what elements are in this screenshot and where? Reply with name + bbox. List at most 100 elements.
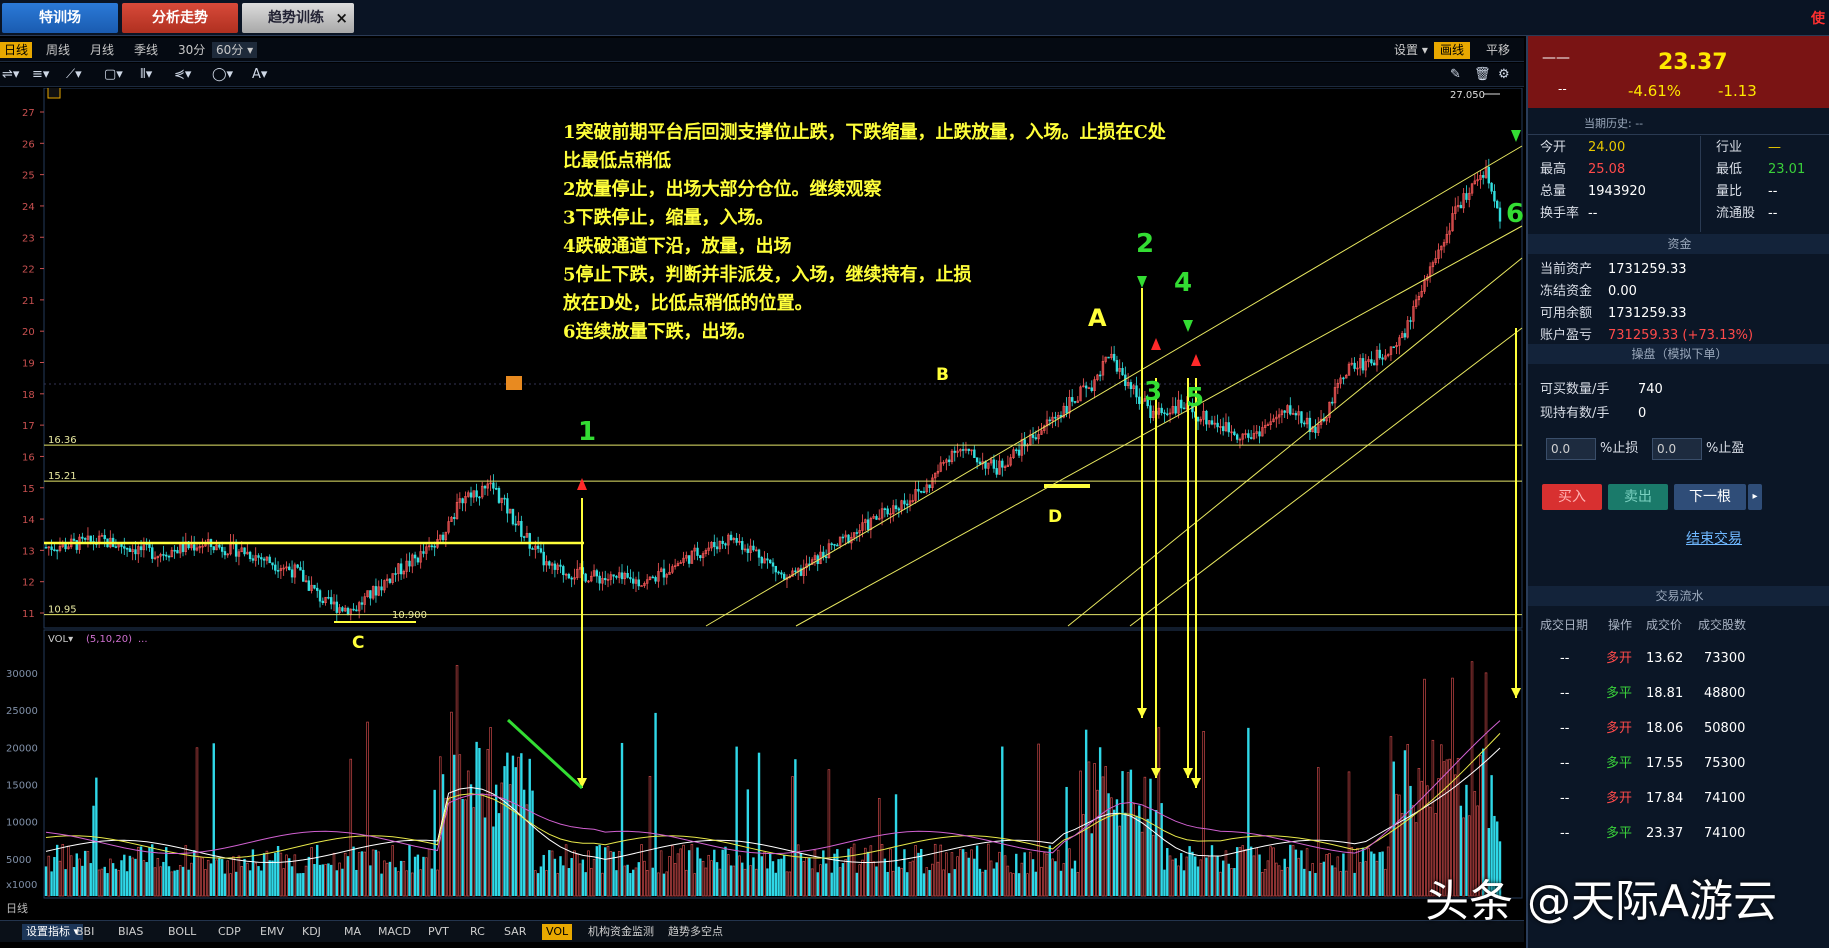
volume-bar [1261,871,1264,897]
kline-chart-area[interactable]: 27 26 25 24 23 22 21 20 19 18 17 16 15 14 13 12 11 30000 2… [0,88,1524,906]
volume-bar [959,848,962,897]
candle-body [1459,204,1463,209]
period-day[interactable]: 日线 [0,42,33,58]
volume-bar [771,861,775,896]
top-tab-bar: 特训场 分析走势 趋势训练 × 使 [0,0,1829,36]
candle-body [604,578,607,581]
period-60min-dropdown[interactable]: 60分 ▾ [212,42,258,58]
indicator-tab[interactable]: KDJ [298,924,325,940]
period-month[interactable]: 月线 [86,42,118,58]
volume-bar [290,866,294,896]
volume-bar [1322,861,1326,896]
indicator-tab[interactable]: EMV [256,924,288,940]
candle-body [567,573,571,579]
circle-icon[interactable]: ◯▾ [212,67,233,82]
y-axis-label: 20 [22,327,35,338]
candle-body [53,549,56,551]
tab-trend-training[interactable]: 趋势训练 × [242,3,354,33]
volume-bar [1291,845,1295,897]
fan-lines-icon[interactable]: ⋞▾ [174,67,191,82]
volume-bar [480,793,484,897]
period-week[interactable]: 周线 [42,42,74,58]
chart-marker-4: 4 [1174,268,1192,298]
candle-body [721,540,724,544]
period-quarter[interactable]: 季线 [130,42,162,58]
volume-bar [805,857,808,897]
volume-bar [371,849,375,897]
volume-bar [137,846,140,897]
end-trade-link[interactable]: 结束交易 [1686,528,1742,548]
candle-body [416,557,420,563]
indicator-tab[interactable]: 机构资金监测 [584,924,658,940]
candle-body [374,586,378,596]
volume-bar [595,846,599,896]
indicator-tab[interactable]: PVT [424,924,453,940]
settings-dropdown[interactable]: 设置 ▾ [1388,42,1434,59]
candle-body [408,560,411,567]
volume-bar [1191,851,1194,896]
volume-bar [497,813,501,896]
y-axis-label: 18 [22,390,35,401]
volume-bar [1353,872,1356,896]
pan-button[interactable]: 平移 [1480,42,1516,59]
next-bar-button[interactable]: 下一根 [1674,484,1746,510]
volume-bar [1042,852,1046,897]
volume-bar [637,862,640,896]
volume-bar [1300,850,1303,896]
candle-body [1331,401,1334,404]
volume-bar [741,862,744,896]
play-arrow-icon[interactable]: ▸ [1748,484,1762,510]
tab-special-training[interactable]: 特训场 [2,3,118,33]
candle-body [1163,412,1166,415]
volume-bar [1314,872,1317,896]
indicator-tab[interactable]: MACD [374,924,415,940]
close-icon[interactable]: × [335,3,348,33]
indicator-tab[interactable]: BIAS [114,924,147,940]
trash-icon[interactable]: 🗑 [1474,67,1491,82]
volume-bar [455,665,459,897]
horizontal-line-icon[interactable]: ⇌▾ [2,67,19,82]
volume-bar [83,850,87,896]
draw-line-button[interactable]: 画线 [1434,42,1471,59]
sell-button[interactable]: 卖出 [1608,484,1668,510]
indicator-tab[interactable]: 趋势多空点 [664,924,727,940]
trend-line-icon[interactable]: ⟋▾ [66,67,82,82]
eraser-icon[interactable]: ✎ [1450,67,1461,82]
parallel-lines-icon[interactable]: ≡▾ [32,67,49,82]
volume-bar [1398,794,1401,897]
flow-qty: 48800 [1704,686,1746,701]
volume-bar [788,871,792,897]
buy-button[interactable]: 买入 [1542,484,1602,510]
indicator-tab[interactable]: VOL [542,924,573,940]
volume-bar [111,863,115,896]
rectangle-icon[interactable]: ▢▾ [104,67,123,82]
volume-bar [891,870,895,897]
arrow-down-icon [1137,708,1147,718]
volume-bar [288,858,291,896]
volume-bar [1367,847,1370,897]
gear-icon[interactable]: ⚙ [1498,67,1510,82]
top-right-label[interactable]: 使 [1811,8,1825,28]
volume-bar [332,852,336,897]
volume-bar [271,860,274,896]
indicator-tab[interactable]: MA [340,924,365,940]
volume-bar [539,866,543,896]
volume-bar [69,855,73,897]
volume-bar [782,854,786,896]
indicator-tab[interactable]: RC [466,924,489,940]
take-profit-input[interactable]: 0.0 [1652,438,1702,460]
indicator-tab[interactable]: BOLL [164,924,200,940]
period-30min[interactable]: 30分 [174,42,209,58]
stop-loss-input[interactable]: 0.0 [1546,438,1596,460]
tab-analysis-trend[interactable]: 分析走势 [122,3,238,33]
candle-body [316,587,319,591]
vertical-lines-icon[interactable]: ⦀▾ [140,67,152,82]
indicator-tab[interactable]: BBI [72,924,98,940]
kline-chart-svg[interactable]: 2726252423222120191817161514131211300002… [0,88,1524,906]
indicator-tab[interactable]: SAR [500,924,530,940]
text-tool-icon[interactable]: A▾ [252,67,267,82]
candle-body [1353,362,1356,369]
volume-bar [397,871,400,897]
indicator-tab[interactable]: CDP [214,924,245,940]
flow-price: 17.55 [1646,756,1684,771]
